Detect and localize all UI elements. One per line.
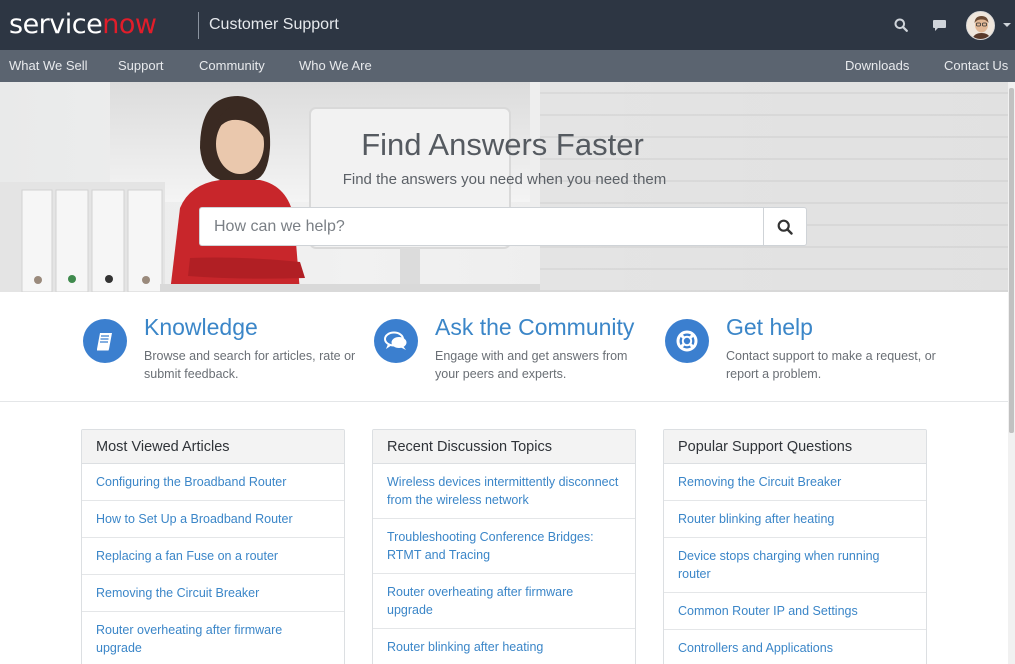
servicenow-logo[interactable]: servicenow	[9, 9, 157, 41]
feature-title[interactable]: Ask the Community	[435, 313, 634, 341]
nav-community[interactable]: Community	[199, 58, 265, 74]
chat-icon[interactable]	[928, 14, 950, 36]
list-item[interactable]: Router overheating after firmware upgrad…	[373, 574, 635, 629]
panel-most-viewed-articles: Most Viewed Articles Configuring the Bro…	[81, 429, 345, 664]
caret-down-icon[interactable]	[1003, 23, 1011, 27]
hero-title: Find Answers Faster	[361, 127, 644, 162]
list-item[interactable]: Device stops charging when running route…	[664, 538, 926, 593]
list-item[interactable]: Troubleshooting Conference Bridges: RTMT…	[373, 519, 635, 574]
list-item[interactable]: Controllers and Applications	[664, 630, 926, 664]
search-icon	[777, 219, 793, 235]
nav-who-we-are[interactable]: Who We Are	[299, 58, 372, 74]
book-icon	[83, 319, 127, 363]
feature-description: Engage with and get answers from your pe…	[435, 349, 628, 381]
panel-title: Recent Discussion Topics	[373, 430, 635, 464]
logo-text-now: now	[102, 9, 157, 40]
nav-downloads[interactable]: Downloads	[845, 58, 909, 74]
search-button[interactable]	[763, 207, 807, 246]
list-item[interactable]: Router overheating after firmware upgrad…	[82, 612, 344, 664]
panel-recent-discussion-topics: Recent Discussion Topics Wireless device…	[372, 429, 636, 664]
portal-title[interactable]: Customer Support	[209, 15, 339, 35]
list-item[interactable]: Router blinking after heating	[373, 629, 635, 664]
nav-what-we-sell[interactable]: What We Sell	[9, 58, 88, 74]
panel-title: Popular Support Questions	[664, 430, 926, 464]
header-divider	[198, 12, 199, 39]
feature-get-help[interactable]: Get help Contact support to make a reque…	[665, 292, 945, 402]
list-item[interactable]: Wireless devices intermittently disconne…	[373, 464, 635, 519]
panel-popular-support-questions: Popular Support Questions Removing the C…	[663, 429, 927, 664]
list-item[interactable]: Common Router IP and Settings	[664, 593, 926, 630]
list-item[interactable]: Router blinking after heating	[664, 501, 926, 538]
hero-banner: Find Answers Faster Find the answers you…	[0, 82, 1015, 292]
top-header: servicenow Customer Support	[0, 0, 1015, 50]
list-item[interactable]: Configuring the Broadband Router	[82, 464, 344, 501]
search-input[interactable]	[199, 207, 764, 246]
panel-title: Most Viewed Articles	[82, 430, 344, 464]
feature-description: Contact support to make a request, or re…	[726, 349, 936, 381]
feature-row: Knowledge Browse and search for articles…	[0, 292, 1015, 402]
hero-binders-illustration	[0, 182, 165, 292]
main-nav: What We Sell Support Community Who We Ar…	[0, 50, 1015, 82]
feature-title[interactable]: Get help	[726, 313, 813, 341]
nav-support[interactable]: Support	[118, 58, 164, 74]
hero-subtitle: Find the answers you need when you need …	[342, 171, 667, 188]
avatar[interactable]	[966, 11, 995, 40]
nav-contact-us[interactable]: Contact Us	[944, 58, 1008, 74]
page: servicenow Customer Support What We Sell…	[0, 0, 1015, 664]
scrollbar-thumb[interactable]	[1009, 88, 1014, 433]
feature-description: Browse and search for articles, rate or …	[144, 349, 356, 381]
lifebuoy-icon	[665, 319, 709, 363]
list-item[interactable]: Removing the Circuit Breaker	[664, 464, 926, 501]
list-item[interactable]: How to Set Up a Broadband Router	[82, 501, 344, 538]
hero-person-illustration	[160, 96, 540, 292]
list-item[interactable]: Removing the Circuit Breaker	[82, 575, 344, 612]
feature-title[interactable]: Knowledge	[144, 313, 258, 341]
list-item[interactable]: Replacing a fan Fuse on a router	[82, 538, 344, 575]
search-icon[interactable]	[890, 14, 912, 36]
logo-text-service: service	[9, 9, 103, 40]
chat-bubbles-icon	[374, 319, 418, 363]
feature-knowledge[interactable]: Knowledge Browse and search for articles…	[83, 292, 363, 402]
feature-ask-community[interactable]: Ask the Community Engage with and get an…	[374, 292, 654, 402]
